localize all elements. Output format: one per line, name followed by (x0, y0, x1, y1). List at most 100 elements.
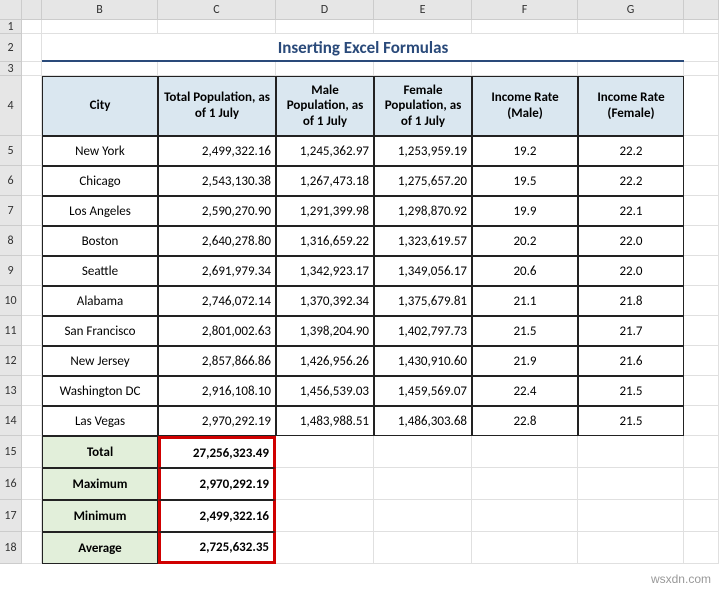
cell-income-female[interactable]: 21.8 (578, 286, 684, 316)
col-header-D[interactable]: D (276, 0, 374, 19)
cell-income-female[interactable]: 22.0 (578, 256, 684, 286)
cell-E15[interactable] (374, 436, 472, 468)
cell-city[interactable]: San Francisco (42, 316, 158, 346)
cell-income-female[interactable]: 22.0 (578, 226, 684, 256)
row-header-11[interactable]: 11 (0, 316, 22, 346)
cell-total[interactable]: 2,543,130.38 (158, 166, 276, 196)
cell-income-male[interactable]: 19.5 (472, 166, 578, 196)
cell-D15[interactable] (276, 436, 374, 468)
row-header-2[interactable]: 2 (0, 34, 22, 62)
cell-D1[interactable] (276, 20, 374, 34)
cell-C3[interactable] (158, 62, 276, 76)
cell-E17[interactable] (374, 500, 472, 532)
summary-value[interactable]: 2,499,322.16 (158, 500, 276, 532)
cell-A12[interactable] (22, 346, 42, 376)
col-header-C[interactable]: C (158, 0, 276, 19)
cell-D16[interactable] (276, 468, 374, 500)
cell-male[interactable]: 1,316,659.22 (276, 226, 374, 256)
cell-income-female[interactable]: 21.7 (578, 316, 684, 346)
cell-city[interactable]: Seattle (42, 256, 158, 286)
cell-A6[interactable] (22, 166, 42, 196)
cell-city[interactable]: Chicago (42, 166, 158, 196)
corner-cell[interactable] (0, 0, 22, 19)
cell-A9[interactable] (22, 256, 42, 286)
cell-income-male[interactable]: 22.8 (472, 406, 578, 436)
row-header-6[interactable]: 6 (0, 166, 22, 196)
summary-label[interactable]: Total (42, 436, 158, 468)
cell-G15[interactable] (578, 436, 684, 468)
cell-income-male[interactable]: 20.2 (472, 226, 578, 256)
row-header-14[interactable]: 14 (0, 406, 22, 436)
cell-female[interactable]: 1,253,959.19 (374, 136, 472, 166)
cell-income-male[interactable]: 21.5 (472, 316, 578, 346)
cell-city[interactable]: Las Vegas (42, 406, 158, 436)
cell-G17[interactable] (578, 500, 684, 532)
cell-A13[interactable] (22, 376, 42, 406)
cell-female[interactable]: 1,430,910.60 (374, 346, 472, 376)
col-header-F[interactable]: F (472, 0, 578, 19)
cell-E3[interactable] (374, 62, 472, 76)
cell-income-male[interactable]: 19.9 (472, 196, 578, 226)
cell-city[interactable]: Los Angeles (42, 196, 158, 226)
cell-G3[interactable] (578, 62, 684, 76)
cell-A4[interactable] (22, 76, 42, 136)
cell-A1[interactable] (22, 20, 42, 34)
col-header-A[interactable] (22, 0, 42, 19)
cell-A14[interactable] (22, 406, 42, 436)
cell-female[interactable]: 1,375,679.81 (374, 286, 472, 316)
cell-B1[interactable] (42, 20, 158, 34)
cell-city[interactable]: Boston (42, 226, 158, 256)
row-header-7[interactable]: 7 (0, 196, 22, 226)
cell-D3[interactable] (276, 62, 374, 76)
cell-B3[interactable] (42, 62, 158, 76)
cell-A5[interactable] (22, 136, 42, 166)
row-header-17[interactable]: 17 (0, 500, 22, 532)
cell-A8[interactable] (22, 226, 42, 256)
row-header-3[interactable]: 3 (0, 62, 22, 76)
cell-male[interactable]: 1,370,392.34 (276, 286, 374, 316)
cell-income-female[interactable]: 22.2 (578, 166, 684, 196)
cell-G16[interactable] (578, 468, 684, 500)
row-header-16[interactable]: 16 (0, 468, 22, 500)
cell-E1[interactable] (374, 20, 472, 34)
cell-income-female[interactable]: 22.2 (578, 136, 684, 166)
summary-label[interactable]: Average (42, 532, 158, 564)
cell-income-male[interactable]: 21.9 (472, 346, 578, 376)
header-male[interactable]: Male Population, as of 1 July (276, 76, 374, 136)
cell-total[interactable]: 2,857,866.86 (158, 346, 276, 376)
summary-label[interactable]: Maximum (42, 468, 158, 500)
cell-A10[interactable] (22, 286, 42, 316)
cell-F1[interactable] (472, 20, 578, 34)
cell-male[interactable]: 1,483,988.51 (276, 406, 374, 436)
cell-male[interactable]: 1,245,362.97 (276, 136, 374, 166)
cell-total[interactable]: 2,590,270.90 (158, 196, 276, 226)
cell-F16[interactable] (472, 468, 578, 500)
row-header-5[interactable]: 5 (0, 136, 22, 166)
cell-income-female[interactable]: 21.5 (578, 376, 684, 406)
cell-total[interactable]: 2,640,278.80 (158, 226, 276, 256)
cell-total[interactable]: 2,499,322.16 (158, 136, 276, 166)
cell-income-male[interactable]: 19.2 (472, 136, 578, 166)
cell-A16[interactable] (22, 468, 42, 500)
row-header-10[interactable]: 10 (0, 286, 22, 316)
cell-A2[interactable] (22, 34, 42, 62)
col-header-G[interactable]: G (578, 0, 684, 19)
header-city[interactable]: City (42, 76, 158, 136)
cell-C1[interactable] (158, 20, 276, 34)
cell-G1[interactable] (578, 20, 684, 34)
cell-total[interactable]: 2,746,072.14 (158, 286, 276, 316)
header-total[interactable]: Total Population, as of 1 July (158, 76, 276, 136)
cell-D17[interactable] (276, 500, 374, 532)
summary-value[interactable]: 27,256,323.49 (158, 436, 276, 468)
row-header-18[interactable]: 18 (0, 532, 22, 564)
cell-female[interactable]: 1,275,657.20 (374, 166, 472, 196)
cell-F17[interactable] (472, 500, 578, 532)
row-header-4[interactable]: 4 (0, 76, 22, 136)
cell-income-female[interactable]: 21.6 (578, 346, 684, 376)
cell-income-male[interactable]: 22.4 (472, 376, 578, 406)
cell-income-female[interactable]: 22.1 (578, 196, 684, 226)
cell-female[interactable]: 1,459,569.07 (374, 376, 472, 406)
summary-value[interactable]: 2,970,292.19 (158, 468, 276, 500)
cell-E16[interactable] (374, 468, 472, 500)
cell-city[interactable]: Alabama (42, 286, 158, 316)
